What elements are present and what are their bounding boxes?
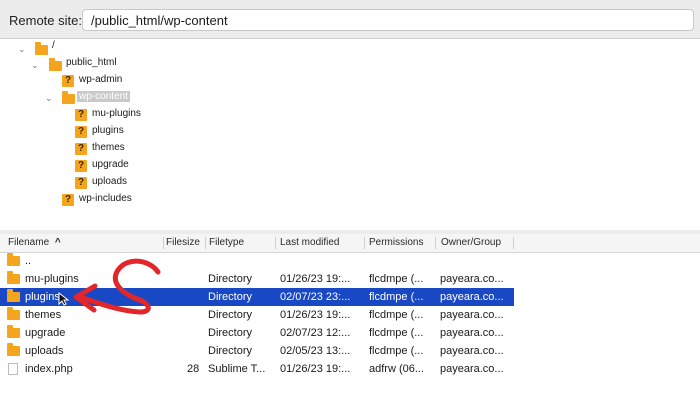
filename-cell: index.php [25, 363, 73, 375]
question-folder-icon: ? [75, 126, 87, 138]
folder-icon [7, 307, 20, 320]
file-row-plugins[interactable]: plugins Directory 02/07/23 23:... flcdmp… [0, 288, 514, 306]
question-folder-icon: ? [62, 194, 74, 206]
file-row-index-php[interactable]: index.php 28 Sublime T... 01/26/23 19:..… [0, 360, 700, 378]
tree-item-root[interactable]: / [52, 40, 55, 51]
modified-cell: 02/05/23 13:... [280, 345, 351, 357]
owner-cell: payeara.co... [440, 309, 504, 321]
folder-icon [35, 42, 48, 55]
column-header-filesize[interactable]: Filesize [166, 234, 200, 252]
owner-cell: payeara.co... [440, 291, 504, 303]
column-header-filename[interactable]: Filename ^ [8, 234, 61, 252]
filetype-cell: Directory [208, 309, 253, 321]
owner-cell: payeara.co... [440, 363, 504, 375]
tree-item-wp-content[interactable]: wp-content [77, 91, 130, 102]
filename-cell: mu-plugins [25, 273, 79, 285]
file-row-themes[interactable]: themes Directory 01/26/23 19:... flcdmpe… [0, 306, 700, 324]
filetype-cell: Directory [208, 327, 253, 339]
permissions-cell: flcdmpe (... [369, 291, 424, 303]
tree-item-upgrade[interactable]: upgrade [92, 159, 129, 170]
column-header-permissions[interactable]: Permissions [369, 234, 423, 252]
owner-cell: payeara.co... [440, 327, 504, 339]
tree-item-public-html[interactable]: public_html [66, 57, 117, 68]
filetype-cell: Sublime T... [208, 363, 266, 375]
question-folder-icon: ? [75, 109, 87, 121]
filename-cell: .. [25, 255, 32, 267]
chevron-down-icon[interactable]: ⌄ [45, 94, 53, 103]
folder-icon [62, 91, 75, 104]
tree-item-themes[interactable]: themes [92, 142, 125, 153]
question-folder-icon: ? [75, 160, 87, 172]
file-row-uploads[interactable]: uploads Directory 02/05/23 13:... flcdmp… [0, 342, 700, 360]
permissions-cell: flcdmpe (... [369, 327, 424, 339]
column-header-owner[interactable]: Owner/Group [441, 234, 501, 252]
sort-ascending-chevron-icon: ^ [54, 237, 61, 248]
folder-icon [7, 253, 20, 266]
filename-cell: plugins [25, 291, 60, 303]
owner-cell: payeara.co... [440, 273, 504, 285]
owner-cell: payeara.co... [440, 345, 504, 357]
file-row-upgrade[interactable]: upgrade Directory 02/07/23 12:... flcdmp… [0, 324, 700, 342]
permissions-cell: flcdmpe (... [369, 273, 424, 285]
question-folder-icon: ? [75, 143, 87, 155]
column-header-modified[interactable]: Last modified [280, 234, 339, 252]
chevron-down-icon[interactable]: ⌄ [18, 45, 26, 54]
remote-site-bar: Remote site: /public_html/wp-content [0, 0, 700, 39]
folder-icon [7, 271, 20, 284]
remote-site-label: Remote site: [9, 13, 82, 28]
file-list-header: Filename ^ Filesize Filetype Last modifi… [0, 234, 700, 253]
remote-directory-tree: ⌄ / ⌄ public_html ? wp-admin ⌄ wp-conten… [0, 39, 700, 231]
modified-cell: 02/07/23 12:... [280, 327, 351, 339]
folder-icon [7, 289, 20, 302]
remote-site-path-input[interactable]: /public_html/wp-content [82, 9, 694, 31]
filetype-cell: Directory [208, 273, 253, 285]
tree-item-plugins[interactable]: plugins [92, 125, 124, 136]
modified-cell: 01/26/23 19:... [280, 363, 351, 375]
question-folder-icon: ? [75, 177, 87, 189]
mouse-cursor-icon [58, 292, 70, 306]
folder-icon [7, 343, 20, 356]
permissions-cell: flcdmpe (... [369, 309, 424, 321]
question-folder-icon: ? [62, 75, 74, 87]
column-header-filetype[interactable]: Filetype [209, 234, 244, 252]
filename-cell: themes [25, 309, 62, 321]
permissions-cell: flcdmpe (... [369, 345, 424, 357]
file-icon [8, 363, 18, 375]
tree-item-mu-plugins[interactable]: mu-plugins [92, 108, 141, 119]
folder-icon [7, 325, 20, 338]
column-header-filename-label: Filename [8, 237, 50, 248]
filetype-cell: Directory [208, 345, 253, 357]
chevron-down-icon[interactable]: ⌄ [31, 61, 39, 70]
file-row-parent[interactable]: .. [0, 252, 700, 270]
modified-cell: 01/26/23 19:... [280, 309, 351, 321]
tree-item-uploads[interactable]: uploads [92, 176, 127, 187]
filetype-cell: Directory [208, 291, 253, 303]
folder-icon [49, 58, 62, 71]
filename-cell: uploads [25, 345, 64, 357]
tree-item-wp-admin[interactable]: wp-admin [79, 74, 122, 85]
permissions-cell: adfrw (06... [369, 363, 425, 375]
file-row-mu-plugins[interactable]: mu-plugins Directory 01/26/23 19:... flc… [0, 270, 700, 288]
filesize-cell: 28 [187, 363, 200, 375]
modified-cell: 02/07/23 23:... [280, 291, 351, 303]
filename-cell: upgrade [25, 327, 66, 339]
modified-cell: 01/26/23 19:... [280, 273, 351, 285]
tree-item-wp-includes[interactable]: wp-includes [79, 193, 132, 204]
